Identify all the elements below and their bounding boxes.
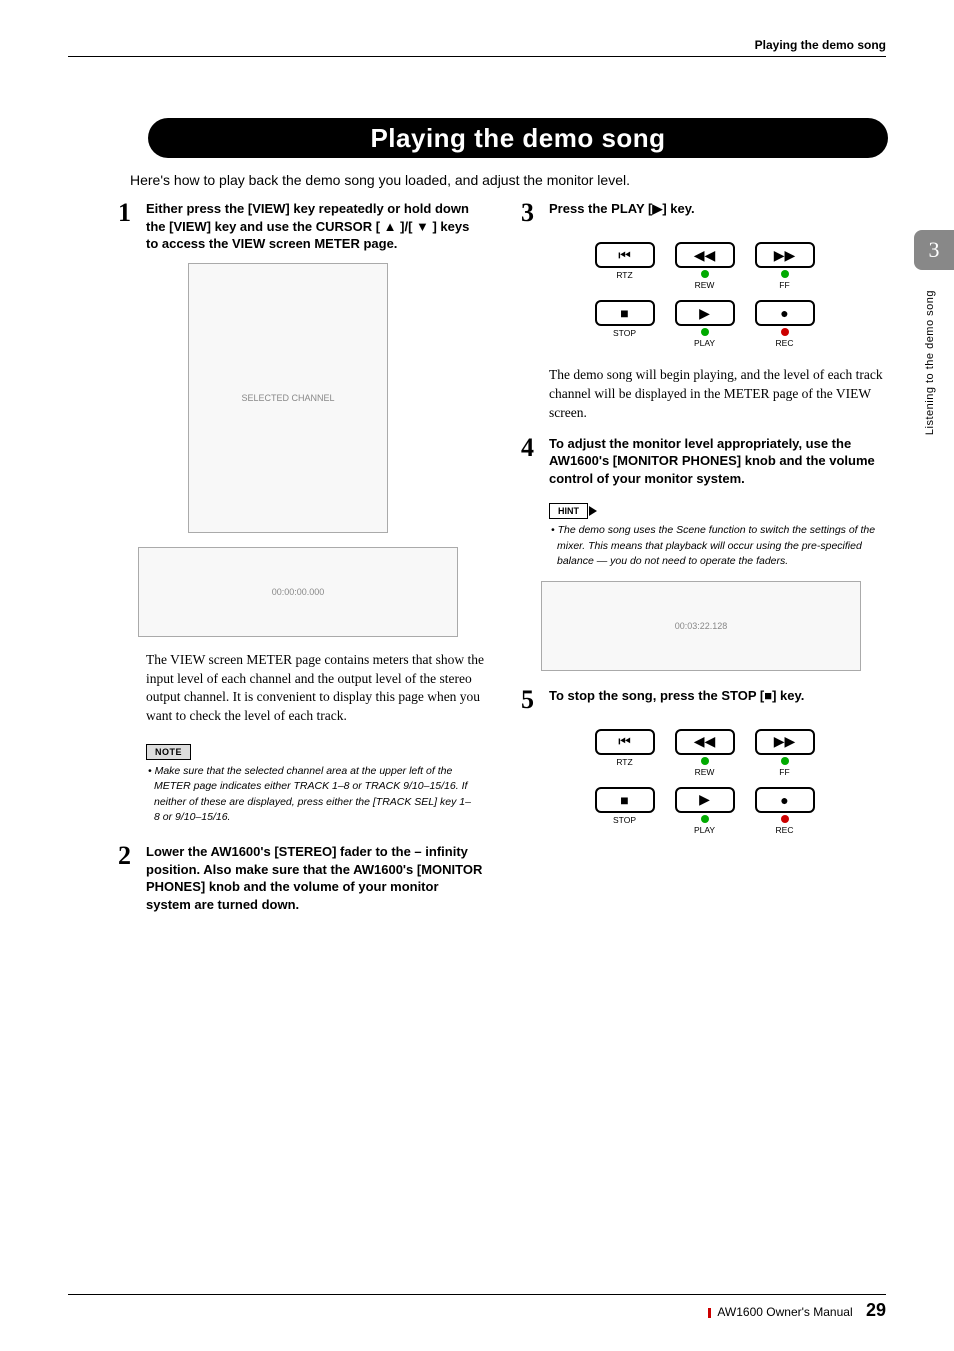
ff-label: FF xyxy=(755,757,815,777)
step-number: 3 xyxy=(521,200,549,226)
step-heading: Lower the AW1600's [STEREO] fader to the… xyxy=(146,843,485,913)
figure-placeholder-label: SELECTED CHANNEL xyxy=(241,393,334,403)
led-green-icon xyxy=(781,757,789,765)
chapter-side-label: Listening to the demo song xyxy=(924,290,936,435)
left-column: 1 Either press the [VIEW] key repeatedly… xyxy=(118,200,485,923)
stop-button[interactable]: ■ xyxy=(595,787,655,813)
ff-button[interactable]: ▶▶ xyxy=(755,242,815,268)
stop-button[interactable]: ■ xyxy=(595,300,655,326)
rec-button[interactable]: ● xyxy=(755,300,815,326)
step-1-body: The VIEW screen METER page contains mete… xyxy=(146,651,485,727)
running-head: Playing the demo song xyxy=(755,38,886,52)
led-red-icon xyxy=(781,328,789,336)
step-3: 3 Press the PLAY [▶] key. xyxy=(521,200,888,226)
rtz-label: RTZ xyxy=(595,757,655,777)
step-heading: Press the PLAY [▶] key. xyxy=(549,200,695,226)
stop-label: STOP xyxy=(595,328,655,348)
rec-label: REC xyxy=(755,328,815,348)
step-heading: To adjust the monitor level appropriatel… xyxy=(549,435,888,488)
led-green-icon xyxy=(701,815,709,823)
play-label: PLAY xyxy=(675,328,735,348)
footer-doc-title: AW1600 Owner's Manual xyxy=(717,1305,852,1319)
rew-label: REW xyxy=(675,757,735,777)
step-number: 5 xyxy=(521,687,549,713)
note-label: NOTE xyxy=(146,744,191,760)
step-number: 4 xyxy=(521,435,549,488)
rew-label: REW xyxy=(675,270,735,290)
ff-button[interactable]: ▶▶ xyxy=(755,729,815,755)
chapter-tab: 3 xyxy=(914,230,954,270)
stop-label: STOP xyxy=(595,815,655,835)
footer-tick-icon xyxy=(708,1308,711,1318)
play-label: PLAY xyxy=(675,815,735,835)
footer-rule xyxy=(68,1294,886,1295)
rtz-button[interactable]: ⏮ xyxy=(595,242,655,268)
section-title: Playing the demo song xyxy=(148,118,888,158)
figure-placeholder-label: 00:03:22.128 xyxy=(675,621,728,631)
figure-view-meter-playing: 00:03:22.128 xyxy=(541,581,861,671)
step-heading: Either press the [VIEW] key repeatedly o… xyxy=(146,200,485,253)
intro-text: Here's how to play back the demo song yo… xyxy=(130,172,630,188)
transport-panel-stop: ⏮ ◀◀ ▶▶ RTZ REW FF ■ ▶ ● STOP PLAY REC xyxy=(595,729,815,835)
rtz-label: RTZ xyxy=(595,270,655,290)
step-number: 1 xyxy=(118,200,146,253)
header-rule xyxy=(68,56,886,57)
led-green-icon xyxy=(701,757,709,765)
step-2: 2 Lower the AW1600's [STEREO] fader to t… xyxy=(118,843,485,913)
footer: AW1600 Owner's Manual 29 xyxy=(708,1300,886,1321)
ff-label: FF xyxy=(755,270,815,290)
hint-label: HINT xyxy=(549,503,588,519)
step-heading: To stop the song, press the STOP [■] key… xyxy=(549,687,804,713)
rtz-button[interactable]: ⏮ xyxy=(595,729,655,755)
figure-selected-channel-panel: SELECTED CHANNEL xyxy=(188,263,388,533)
led-green-icon xyxy=(701,270,709,278)
step-1: 1 Either press the [VIEW] key repeatedly… xyxy=(118,200,485,253)
step-4: 4 To adjust the monitor level appropriat… xyxy=(521,435,888,488)
led-green-icon xyxy=(701,328,709,336)
led-red-icon xyxy=(781,815,789,823)
rew-button[interactable]: ◀◀ xyxy=(675,242,735,268)
play-button[interactable]: ▶ xyxy=(675,300,735,326)
led-green-icon xyxy=(781,270,789,278)
rec-button[interactable]: ● xyxy=(755,787,815,813)
step-4-hint: • The demo song uses the Scene function … xyxy=(557,523,878,569)
page-number: 29 xyxy=(866,1300,886,1320)
right-column: 3 Press the PLAY [▶] key. ⏮ ◀◀ ▶▶ RTZ RE… xyxy=(521,200,888,923)
play-button[interactable]: ▶ xyxy=(675,787,735,813)
transport-panel-play: ⏮ ◀◀ ▶▶ RTZ REW FF ■ ▶ ● STOP PLAY REC xyxy=(595,242,815,348)
step-number: 2 xyxy=(118,843,146,913)
step-3-body: The demo song will begin playing, and th… xyxy=(549,366,888,423)
rec-label: REC xyxy=(755,815,815,835)
figure-view-meter-idle: 00:00:00.000 xyxy=(138,547,458,637)
rew-button[interactable]: ◀◀ xyxy=(675,729,735,755)
figure-placeholder-label: 00:00:00.000 xyxy=(272,587,325,597)
step-5: 5 To stop the song, press the STOP [■] k… xyxy=(521,687,888,713)
step-1-note: • Make sure that the selected channel ar… xyxy=(154,764,475,825)
